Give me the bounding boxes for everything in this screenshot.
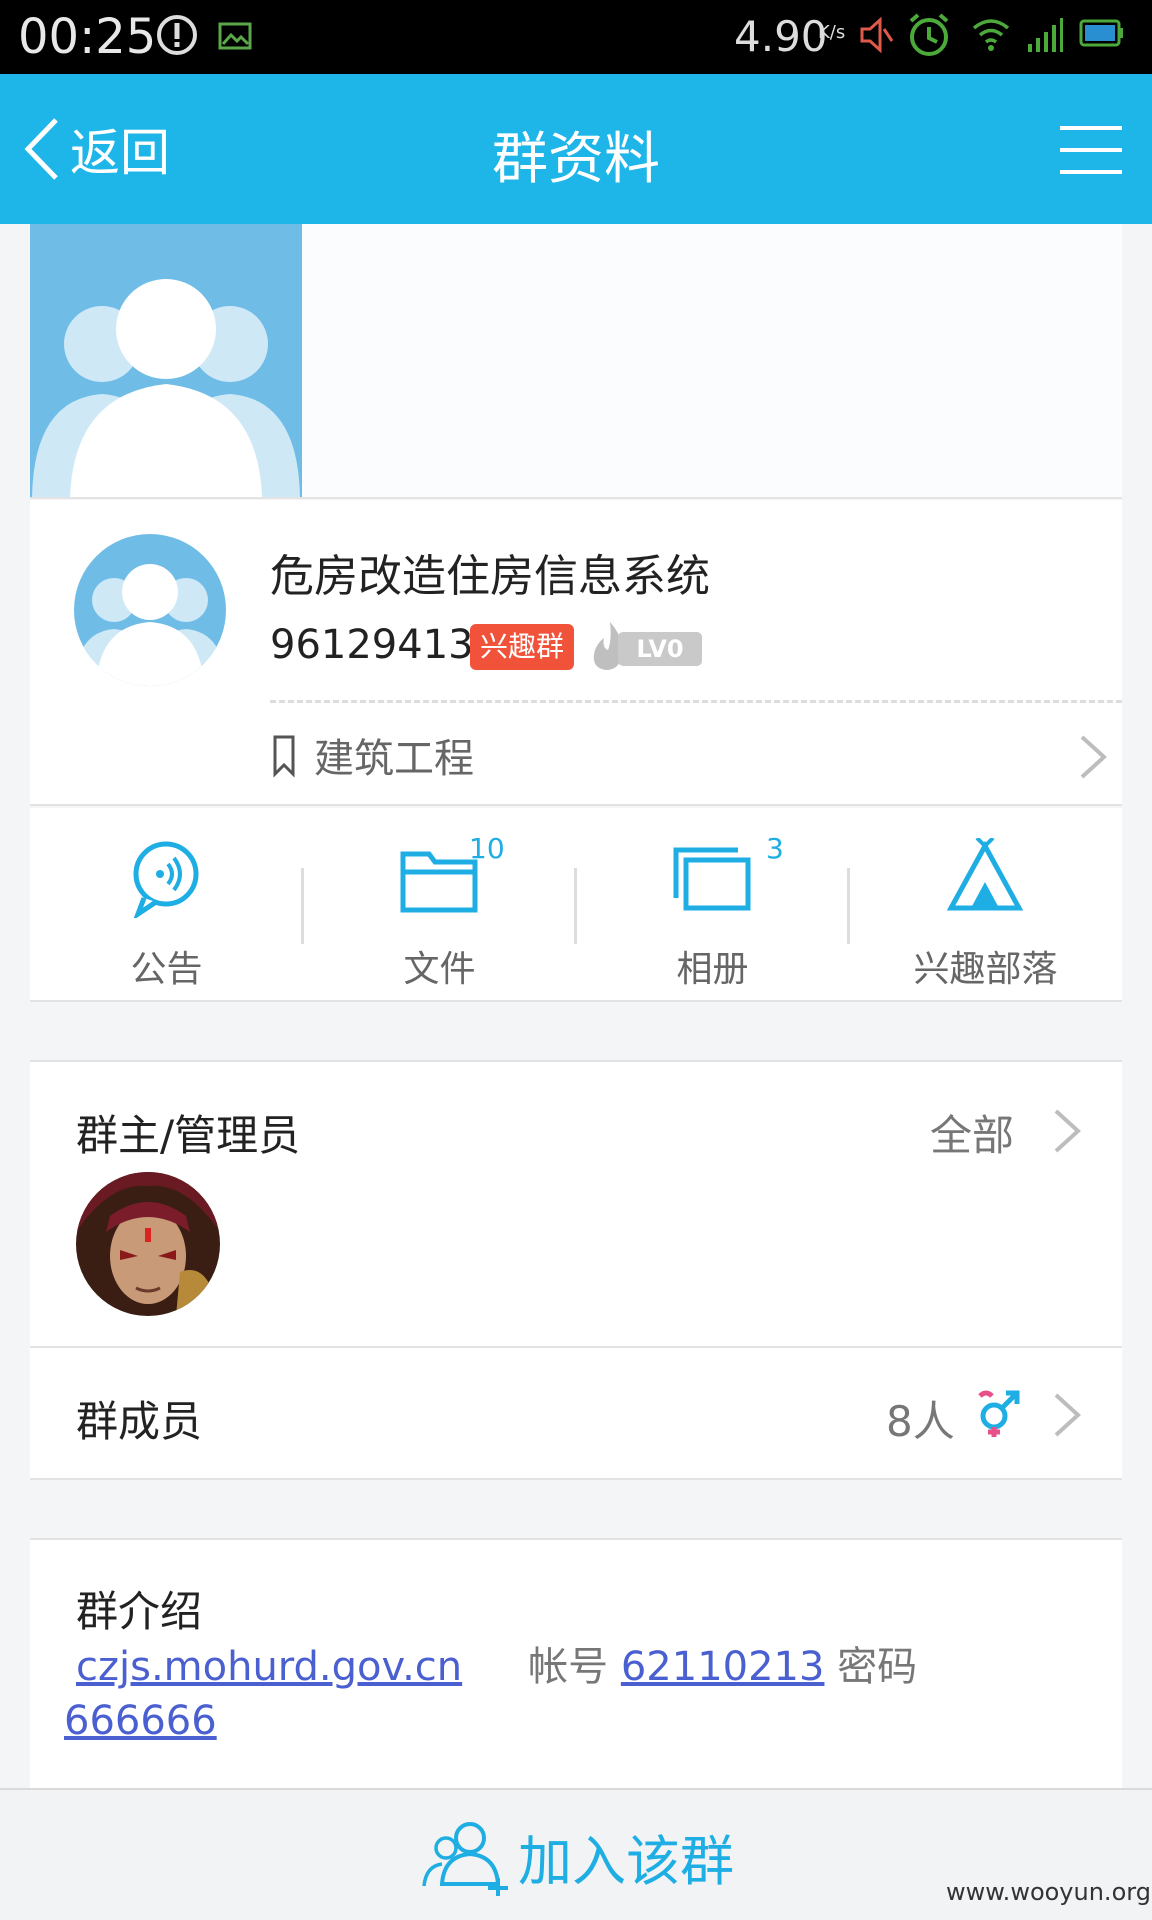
actions-row: 公告 10 文件 3 相册 兴趣部落 <box>30 808 1122 1002</box>
alarm-icon <box>909 13 949 56</box>
tribe-icon <box>946 838 1024 911</box>
album-count-badge: 3 <box>766 832 784 865</box>
intro-site-link[interactable]: czjs.mohurd.gov.cn <box>76 1644 462 1690</box>
image-icon <box>218 22 252 50</box>
group-name: 危房改造住房信息系统 <box>270 551 710 602</box>
level-badge: LV0 <box>590 620 704 672</box>
bookmark-icon <box>273 735 295 778</box>
group-id: 96129413 <box>270 622 474 668</box>
gender-icon <box>978 1390 1020 1437</box>
members-title: 群成员 <box>76 1397 203 1446</box>
action-files[interactable]: 10 文件 <box>303 828 576 990</box>
signal-icon <box>1028 18 1063 52</box>
action-album[interactable]: 3 相册 <box>576 828 849 990</box>
action-label: 文件 <box>403 949 476 990</box>
chevron-right-icon <box>1054 1109 1081 1153</box>
action-label: 相册 <box>676 949 749 990</box>
group-avatar[interactable] <box>74 534 226 686</box>
intro-section: 群介绍 czjs.mohurd.gov.cn 帐号 62110213 密码 6666… <box>30 1538 1122 1788</box>
chevron-right-icon <box>1054 1393 1081 1437</box>
join-label: 加入该群 <box>518 1829 734 1893</box>
join-group-button[interactable]: 加入该群 <box>420 1814 734 1898</box>
net-speed: 4.90 <box>734 12 828 61</box>
status-time: 00:25 <box>18 9 157 65</box>
members-row[interactable]: 群成员 8人 <box>30 1348 1122 1480</box>
battery-icon <box>1079 19 1123 47</box>
album-icon <box>673 847 751 911</box>
group-people-icon <box>74 564 226 686</box>
intro-text: czjs.mohurd.gov.cn 帐号 62110213 密码 666666 <box>64 1640 1086 1748</box>
group-info: 危房改造住房信息系统 96129413 兴趣群 LV0 建筑工程 <box>30 500 1122 806</box>
group-cover <box>30 224 1122 499</box>
group-cover-image <box>30 224 302 497</box>
admins-all-link[interactable]: 全部 <box>930 1102 1014 1163</box>
level-label: LV0 <box>618 632 702 666</box>
intro-password-link[interactable]: 666666 <box>64 1698 217 1744</box>
divider <box>270 700 1122 703</box>
net-speed-unit: K/s <box>818 22 846 43</box>
files-count-badge: 10 <box>469 832 505 865</box>
add-group-icon <box>422 1822 508 1896</box>
category-row[interactable]: 建筑工程 <box>270 722 1122 792</box>
mute-icon <box>860 16 894 54</box>
admins-title: 群主/管理员 <box>76 1111 301 1160</box>
action-label: 公告 <box>130 949 203 990</box>
intro-account-label: 帐号 <box>528 1644 609 1690</box>
admins-section[interactable]: 群主/管理员 全部 <box>30 1060 1122 1348</box>
status-bar: 00:25 4.90 K/s <box>0 0 1152 74</box>
folder-icon <box>400 851 478 913</box>
action-label: 兴趣部落 <box>913 949 1058 990</box>
menu-icon[interactable] <box>1058 122 1124 178</box>
wifi-icon <box>972 19 1010 51</box>
title-bar: 返回 群资料 <box>0 74 1152 224</box>
watermark: www.wooyun.org <box>946 1878 1151 1906</box>
avatar <box>76 1172 220 1316</box>
intro-password-label: 密码 <box>837 1644 918 1690</box>
action-announcement[interactable]: 公告 <box>30 828 303 990</box>
page-title: 群资料 <box>492 127 660 192</box>
announcement-icon <box>133 841 199 918</box>
intro-account-link[interactable]: 62110213 <box>621 1644 825 1690</box>
action-tribe[interactable]: 兴趣部落 <box>849 828 1122 990</box>
category-label: 建筑工程 <box>314 736 474 782</box>
chevron-right-icon <box>1080 735 1107 779</box>
alert-icon <box>157 15 197 55</box>
admin-avatar[interactable] <box>76 1172 220 1316</box>
group-people-icon <box>32 279 300 497</box>
join-bar: 加入该群 www.wooyun.org <box>0 1788 1152 1920</box>
intro-title: 群介绍 <box>76 1587 203 1636</box>
members-count: 8人 <box>886 1397 955 1446</box>
group-tag-badge: 兴趣群 <box>470 624 575 670</box>
